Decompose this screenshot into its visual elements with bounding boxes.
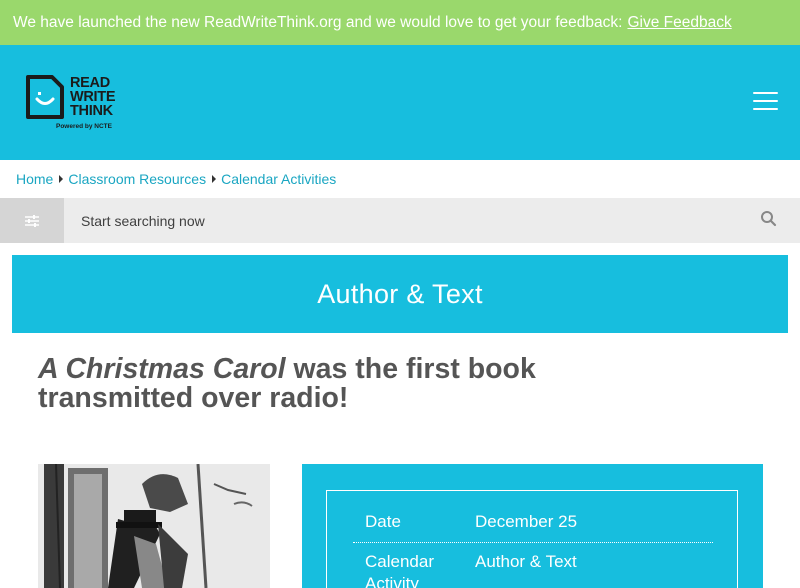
breadcrumb: Home Classroom Resources Calendar Activi… [16, 170, 336, 188]
banner-message: We have launched the new ReadWriteThink.… [13, 13, 623, 31]
info-value: December 25 [475, 512, 578, 531]
logo-tagline: Powered by NCTE [56, 123, 112, 130]
row-divider [353, 542, 713, 543]
headline-book-title: A Christmas Carol [38, 353, 286, 385]
search-bar [0, 198, 800, 243]
activity-info-panel: Date December 25 Calendar Activity Autho… [302, 464, 763, 588]
readwritethink-logo[interactable]: READ WRITE THINK Powered by NCTE [24, 73, 134, 135]
page-headline: A Christmas Carol was the first book tra… [38, 355, 638, 413]
feedback-banner: We have launched the new ReadWriteThink.… [0, 0, 800, 45]
search-input[interactable] [65, 198, 745, 243]
hamburger-icon[interactable] [753, 92, 778, 112]
breadcrumb-home[interactable]: Home [16, 171, 53, 187]
info-value: Author & Text [475, 552, 577, 571]
chevron-right-icon [59, 175, 64, 183]
logo-wordmark: READ WRITE THINK [70, 75, 116, 119]
info-label: Calendar Activity [365, 552, 434, 588]
chevron-right-icon [212, 175, 217, 183]
category-title: Author & Text [317, 278, 483, 309]
breadcrumb-calendar-activities[interactable]: Calendar Activities [221, 171, 336, 187]
magnifier-icon[interactable] [760, 210, 778, 228]
scrooge-illustration [38, 464, 270, 588]
filter-button[interactable] [0, 198, 64, 243]
filter-sliders-icon [25, 214, 39, 227]
category-title-bar: Author & Text [12, 255, 788, 333]
give-feedback-link[interactable]: Give Feedback [627, 14, 731, 32]
logo-face-icon [26, 75, 64, 119]
breadcrumb-classroom-resources[interactable]: Classroom Resources [68, 171, 206, 187]
activity-info-box: Date December 25 Calendar Activity Autho… [326, 490, 738, 588]
info-label: Date [365, 512, 401, 531]
site-header: READ WRITE THINK Powered by NCTE [0, 45, 800, 160]
